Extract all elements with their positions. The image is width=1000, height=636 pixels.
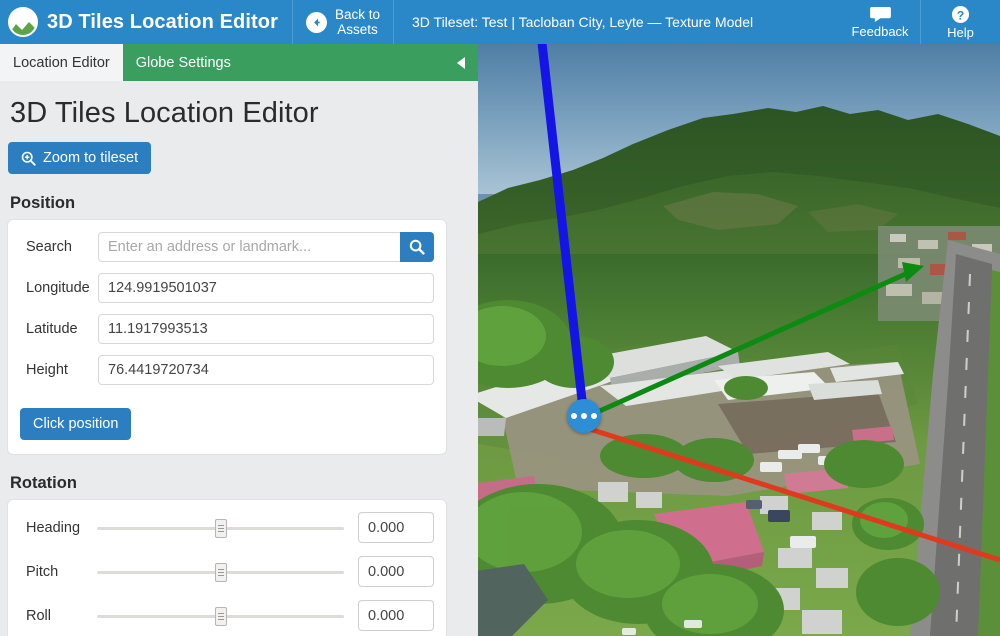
ellipsis-handle-icon[interactable] — [567, 399, 601, 433]
gizmo-dot-2 — [581, 413, 587, 419]
position-card: Search Longitude — [8, 220, 446, 454]
page-title: 3D Tiles Location Editor — [10, 97, 319, 129]
search-label: Search — [26, 239, 72, 255]
zoom-to-tileset-button[interactable]: Zoom to tileset — [8, 142, 152, 174]
brand-title: 3D Tiles Location Editor — [47, 10, 278, 33]
rotation-card: Heading Pitch Roll — [8, 500, 446, 636]
longitude-row: Longitude — [20, 273, 434, 303]
height-input[interactable] — [98, 355, 434, 385]
svg-text:?: ? — [957, 8, 965, 22]
search-button[interactable] — [400, 232, 434, 262]
heading-value-input[interactable] — [358, 512, 434, 543]
click-position-label: Click position — [33, 416, 119, 432]
heading-slider-row: Heading — [20, 512, 434, 543]
heading-slider-thumb[interactable] — [214, 518, 227, 538]
search-wrap — [98, 232, 434, 262]
axis-north-red — [573, 421, 1000, 563]
question-circle-icon: ? — [951, 5, 970, 23]
axis-east-green — [582, 262, 924, 421]
back-label-line1: Back to — [334, 7, 380, 22]
tileset-title: 3D Tileset: Test | Tacloban City, Leyte … — [412, 14, 754, 30]
panel-content: 3D Tiles Location Editor Zoom to tileset… — [0, 81, 456, 636]
roll-slider-thumb[interactable] — [214, 606, 227, 626]
roll-label: Roll — [26, 607, 51, 624]
heading-slider[interactable] — [97, 517, 344, 539]
search-icon — [409, 239, 425, 255]
heading-label: Heading — [26, 519, 81, 536]
help-button[interactable]: ? Help — [920, 0, 1000, 44]
position-section-title: Position — [10, 194, 76, 212]
collapse-panel-button[interactable] — [444, 44, 478, 81]
zoom-in-icon — [21, 151, 36, 166]
search-input[interactable] — [98, 232, 400, 262]
height-row: Height — [20, 355, 434, 385]
image-mountain-icon — [8, 7, 38, 37]
roll-slider-row: Roll — [20, 600, 434, 631]
gizmo-dot-3 — [591, 413, 597, 419]
roll-slider[interactable] — [97, 605, 344, 627]
gizmo-dot-1 — [571, 413, 577, 419]
tab-location-editor[interactable]: Location Editor — [0, 44, 123, 81]
latitude-input[interactable] — [98, 314, 434, 344]
tab-bar: Location Editor Globe Settings — [0, 44, 478, 81]
pitch-slider-row: Pitch — [20, 556, 434, 587]
back-to-assets-button[interactable]: Back to Assets — [293, 0, 394, 44]
zoom-to-tileset-label: Zoom to tileset — [43, 150, 139, 166]
roll-value-input[interactable] — [358, 600, 434, 631]
longitude-label: Longitude — [26, 280, 90, 296]
search-row: Search — [20, 232, 434, 262]
back-to-assets-label: Back to Assets — [335, 7, 380, 37]
longitude-input[interactable] — [98, 273, 434, 303]
rotation-section-title: Rotation — [10, 474, 77, 492]
latitude-row: Latitude — [20, 314, 434, 344]
app-root: 3D Tiles Location Editor Back to Assets … — [0, 0, 1000, 636]
speech-bubble-icon — [869, 6, 891, 22]
gizmo-axes — [537, 44, 1000, 563]
arrow-left-circle-icon — [305, 11, 327, 33]
tab-globe-settings[interactable]: Globe Settings — [123, 44, 244, 81]
tileset-scene — [478, 44, 1000, 636]
top-bar: 3D Tiles Location Editor Back to Assets … — [0, 0, 1000, 44]
feedback-label: Feedback — [851, 23, 909, 39]
pitch-label: Pitch — [26, 563, 59, 580]
top-bar-actions: Feedback ? Help — [840, 0, 1000, 44]
pitch-slider-thumb[interactable] — [214, 562, 227, 582]
pitch-value-input[interactable] — [358, 556, 434, 587]
logo-hills — [10, 22, 36, 35]
brand: 3D Tiles Location Editor — [0, 0, 293, 44]
click-position-button[interactable]: Click position — [20, 408, 132, 440]
location-editor-panel: 3D Tiles Location Editor Zoom to tileset… — [0, 81, 478, 636]
feedback-button[interactable]: Feedback — [840, 0, 920, 44]
back-label-line2: Assets — [337, 22, 378, 37]
axis-up-blue — [537, 44, 589, 419]
chevron-left-icon — [457, 56, 465, 69]
cesium-3d-viewport[interactable] — [478, 44, 1000, 636]
help-label: Help — [947, 24, 974, 40]
latitude-label: Latitude — [26, 321, 78, 337]
pitch-slider[interactable] — [97, 561, 344, 583]
height-label: Height — [26, 362, 68, 378]
